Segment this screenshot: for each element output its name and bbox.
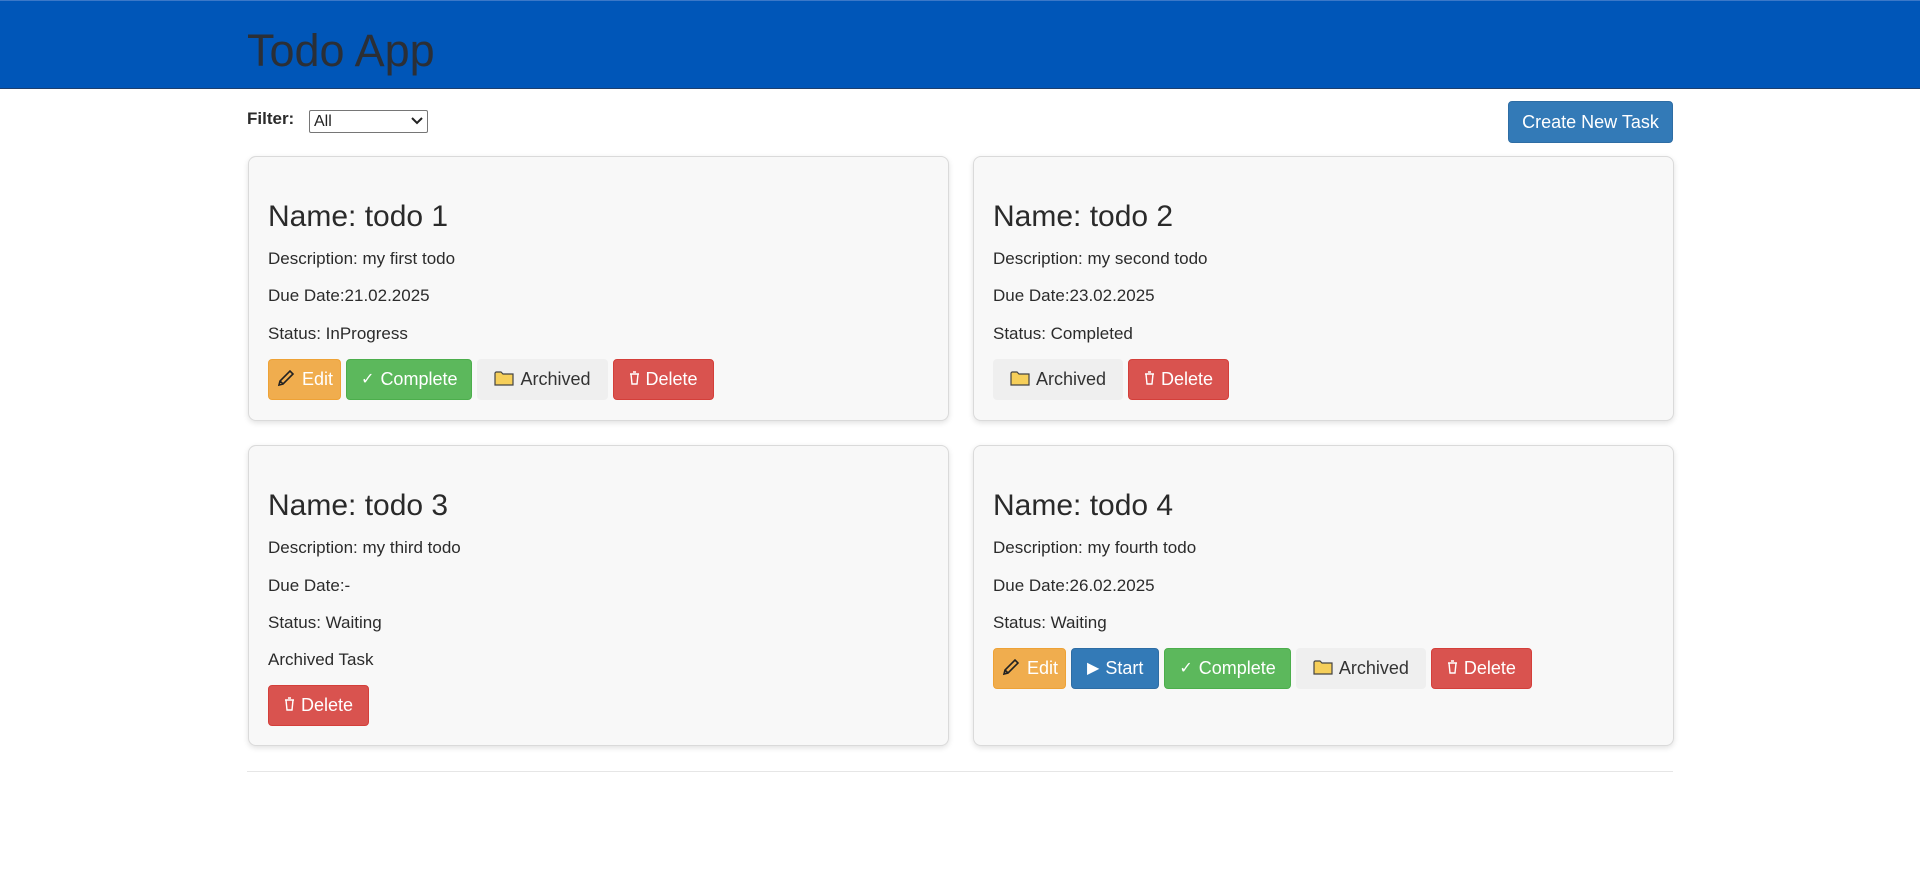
edit-label: Edit [302, 369, 334, 389]
complete-label: Complete [380, 369, 458, 389]
todo-actions: Delete [268, 685, 370, 726]
archive-button[interactable]: Archived [993, 359, 1124, 400]
todo-due-date: Due Date:26.02.2025 [993, 576, 1155, 595]
todo-card: Name: todo 3 Description: my third todo … [248, 445, 949, 746]
todo-description: Description: my third todo [268, 538, 461, 557]
edit-button[interactable]: Edit [268, 359, 342, 400]
todo-description: Description: my second todo [993, 249, 1208, 268]
complete-label: Complete [1198, 658, 1276, 678]
archived-task-note: Archived Task [268, 650, 374, 669]
archived-label: Archived [520, 369, 591, 389]
todo-due-date: Due Date:- [268, 576, 351, 595]
checkmark-icon: ✓ [1179, 659, 1193, 677]
todo-description: Description: my first todo [268, 249, 456, 268]
filter-select[interactable]: All [309, 110, 428, 133]
trash-icon [629, 370, 640, 389]
todo-status: Status: Waiting [993, 613, 1107, 632]
todo-due-date: Due Date:21.02.2025 [268, 286, 430, 305]
folder-icon [1313, 659, 1333, 679]
archive-button[interactable]: Archived [477, 359, 608, 400]
app-header: Todo App [0, 0, 1920, 89]
archived-label: Archived [1036, 369, 1107, 389]
archived-label: Archived [1338, 658, 1409, 678]
checkmark-icon: ✓ [361, 370, 375, 388]
todo-name: Name: todo 2 [993, 200, 1174, 233]
delete-label: Delete [301, 695, 354, 715]
todo-actions: Edit ▶ Start ✓ Complete Archived Delete [993, 648, 1532, 689]
delete-label: Delete [1161, 369, 1214, 389]
todo-name: Name: todo 3 [268, 489, 449, 522]
divider [247, 771, 1673, 772]
edit-label: Edit [1027, 658, 1059, 678]
app-title: Todo App [247, 25, 435, 76]
pencil-icon [276, 368, 296, 392]
delete-button[interactable]: Delete [1128, 359, 1230, 400]
todo-actions: Edit ✓ Complete Archived Delete [268, 359, 714, 400]
todo-name: Name: todo 4 [993, 489, 1174, 522]
create-new-task-button[interactable]: Create New Task [1508, 101, 1673, 143]
delete-button[interactable]: Delete [1430, 648, 1532, 689]
play-icon: ▶ [1087, 659, 1100, 677]
todo-status: Status: InProgress [268, 324, 408, 343]
complete-button[interactable]: ✓ Complete [346, 359, 473, 400]
pencil-icon [1001, 657, 1021, 681]
delete-button[interactable]: Delete [268, 685, 370, 726]
todo-status: Status: Waiting [268, 613, 382, 632]
folder-icon [1010, 370, 1030, 390]
chevron-down-icon [411, 113, 423, 132]
todo-status: Status: Completed [993, 324, 1133, 343]
delete-button[interactable]: Delete [612, 359, 714, 400]
todo-name: Name: todo 1 [268, 200, 449, 233]
complete-button[interactable]: ✓ Complete [1164, 648, 1291, 689]
folder-icon [494, 370, 515, 390]
filter-selected-value: All [314, 113, 332, 130]
archive-button[interactable]: Archived [1295, 648, 1426, 689]
todo-due-date: Due Date:23.02.2025 [993, 286, 1155, 305]
todo-actions: Archived Delete [993, 359, 1230, 400]
trash-icon [284, 696, 295, 715]
trash-icon [1144, 370, 1155, 389]
todo-card: Name: todo 2 Description: my second todo… [973, 156, 1674, 421]
edit-button[interactable]: Edit [993, 648, 1067, 689]
filter-label: Filter: [247, 109, 295, 128]
delete-label: Delete [645, 369, 698, 389]
todo-description: Description: my fourth todo [993, 538, 1197, 557]
start-button[interactable]: ▶ Start [1071, 648, 1160, 689]
start-label: Start [1105, 658, 1144, 678]
todo-card: Name: todo 4 Description: my fourth todo… [973, 445, 1674, 746]
delete-label: Delete [1463, 658, 1516, 678]
trash-icon [1447, 659, 1458, 678]
todo-card: Name: todo 1 Description: my first todo … [248, 156, 949, 421]
